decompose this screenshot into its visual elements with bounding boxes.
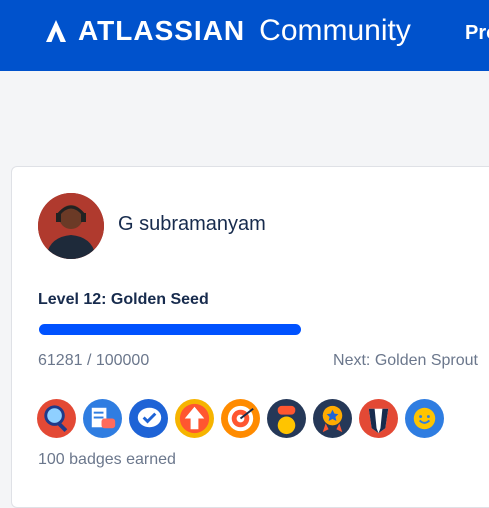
- user-name[interactable]: G subramanyam: [118, 213, 266, 236]
- checkmark-chat-badge-icon[interactable]: [129, 399, 168, 438]
- points-count: 61281 / 100000: [38, 352, 150, 369]
- upvote-arrow-badge-icon[interactable]: [175, 399, 214, 438]
- chat-person-badge-icon[interactable]: [267, 399, 306, 438]
- badge-list: [37, 399, 444, 438]
- avatar-photo-icon: [38, 193, 104, 259]
- level-title: Level 12: Golden Seed: [38, 291, 209, 308]
- profile-card: G subramanyam Level 12: Golden Seed 6128…: [11, 166, 489, 508]
- level-progress-bar: [39, 324, 467, 335]
- atlassian-community-logo[interactable]: ATLASSIAN Community: [44, 14, 411, 48]
- brand-name: ATLASSIAN: [78, 15, 246, 46]
- magnifier-badge-icon[interactable]: [37, 399, 76, 438]
- target-badge-icon[interactable]: [221, 399, 260, 438]
- level-progress-fill: [39, 324, 302, 335]
- next-level: Next: Golden Sprout: [333, 352, 478, 369]
- badges-earned-count: 100 badges earned: [38, 451, 176, 468]
- avatar[interactable]: [38, 193, 104, 259]
- badger-badge-icon[interactable]: [359, 399, 398, 438]
- brand-community: Community: [259, 14, 411, 47]
- atlassian-logo-icon: [46, 20, 66, 42]
- document-chat-badge-icon[interactable]: [83, 399, 122, 438]
- medal-ribbon-badge-icon[interactable]: [313, 399, 352, 438]
- sun-smile-badge-icon[interactable]: [405, 399, 444, 438]
- top-navigation-bar: ATLASSIAN Community Pro: [0, 0, 489, 71]
- nav-item-truncated[interactable]: Pro: [465, 22, 489, 45]
